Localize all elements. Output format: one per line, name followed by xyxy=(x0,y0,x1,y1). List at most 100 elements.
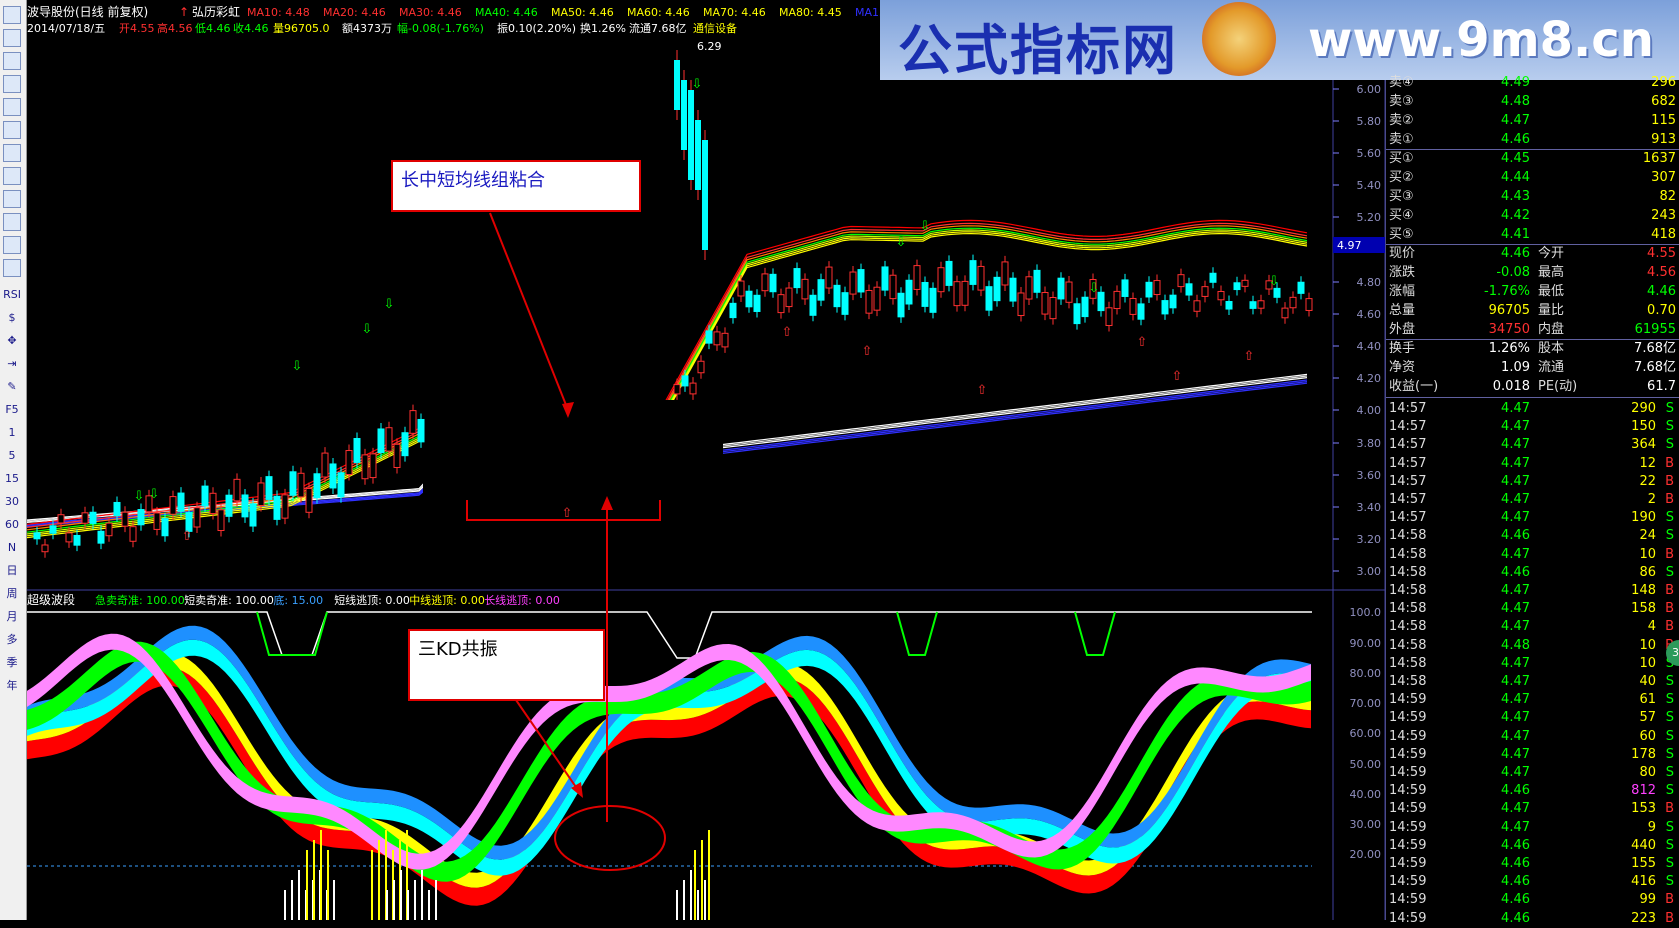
tick-time: 14:57 xyxy=(1389,401,1427,416)
toolbar-btn-11[interactable]: N xyxy=(3,539,21,557)
quote-row: 总量 96705 量比 0.70 xyxy=(1386,302,1679,320)
candle-body xyxy=(1289,296,1297,309)
order-price: 4.43 xyxy=(1501,189,1530,204)
tick-side: B xyxy=(1665,473,1674,489)
order-book-row: 卖④ 4.49 296 xyxy=(1386,74,1679,92)
header-sector-label: 通信设备 xyxy=(693,21,737,35)
quote-label-2: 流通 xyxy=(1538,360,1565,375)
tick-volume: 416 xyxy=(1631,874,1656,890)
tick-time: 14:57 xyxy=(1389,510,1427,526)
watermark-banner: 公式指标网 www.9m8.cn xyxy=(880,0,1679,82)
tick-time: 14:59 xyxy=(1389,837,1427,853)
buy-signal-icon: ⇧ xyxy=(182,529,193,544)
candle-body xyxy=(695,120,701,190)
annotation-arrow xyxy=(489,212,569,411)
tick-side: S xyxy=(1665,765,1674,780)
candle-body xyxy=(961,280,969,306)
tick-time: 14:58 xyxy=(1389,601,1427,617)
candle-body xyxy=(65,532,73,543)
candle-body xyxy=(305,488,313,513)
quote-label: 总量 xyxy=(1389,303,1416,318)
toolbar-btn-3[interactable]: ⇥ xyxy=(3,355,21,373)
tick-time: 14:58 xyxy=(1389,674,1427,689)
order-price: 4.46 xyxy=(1501,132,1530,147)
toolbar-btn-10[interactable]: 60 xyxy=(3,516,21,534)
line-icon[interactable] xyxy=(3,52,21,70)
toolbar-btn-12[interactable]: 日 xyxy=(3,562,21,580)
chart-icon[interactable] xyxy=(3,6,21,24)
toolbar-btn-15[interactable]: 多 xyxy=(3,631,21,649)
candle-body xyxy=(673,384,681,395)
toolbar-btn-16[interactable]: 季 xyxy=(3,654,21,672)
grid-icon[interactable] xyxy=(3,29,21,47)
tick-side: S xyxy=(1665,437,1674,453)
header-high-label: 高4.56 xyxy=(157,21,193,35)
tick-side: B xyxy=(1665,910,1674,926)
ma-value: MA10: 4.48 xyxy=(247,6,310,19)
tick-price: 4.47 xyxy=(1501,692,1530,708)
candle-body xyxy=(409,410,417,434)
toolbar-btn-1[interactable]: $ xyxy=(3,309,21,327)
toolbar-btn-13[interactable]: 周 xyxy=(3,585,21,603)
candle-body xyxy=(793,268,801,289)
tick-row: 14:58 4.47 10 B xyxy=(1386,546,1679,564)
tick-time: 14:57 xyxy=(1389,473,1427,489)
candle-body xyxy=(281,494,289,519)
tick-side: S xyxy=(1665,837,1674,853)
toolbar-btn-6[interactable]: 1 xyxy=(3,424,21,442)
banner-url: www.9m8.cn xyxy=(1308,12,1654,68)
toolbar-btn-7[interactable]: 5 xyxy=(3,447,21,465)
tick-price: 4.46 xyxy=(1501,564,1530,580)
quote-value: 0.018 xyxy=(1492,379,1530,394)
candle-body xyxy=(865,289,873,314)
table-icon[interactable] xyxy=(3,121,21,139)
chart-canvas[interactable]: 波导股份(日线 前复权) ↑ 弘历彩虹 MA10: 4.48 MA20: 4.46 MA3… xyxy=(27,0,1385,920)
candle-body xyxy=(1017,292,1025,317)
quote-label-2: 内盘 xyxy=(1538,322,1565,337)
toolbar-btn-9[interactable]: 30 xyxy=(3,493,21,511)
quote-row: 涨跌 -0.08 最高 4.56 xyxy=(1386,264,1679,282)
tick-side: S xyxy=(1665,819,1674,835)
tick-side: S xyxy=(1665,710,1674,726)
candle-body xyxy=(688,90,694,180)
candle-body xyxy=(361,454,369,480)
tick-row: 14:58 4.47 40 S xyxy=(1386,673,1679,691)
toolbar-btn-17[interactable]: 年 xyxy=(3,677,21,695)
doc-icon[interactable] xyxy=(3,167,21,185)
fiz-icon[interactable] xyxy=(3,190,21,208)
tick-time: 14:57 xyxy=(1389,419,1427,435)
candle-body xyxy=(713,331,721,346)
bar-icon[interactable] xyxy=(3,98,21,116)
wave-icon[interactable] xyxy=(3,259,21,277)
zoom-icon[interactable] xyxy=(3,213,21,231)
candle-body xyxy=(377,428,385,454)
order-book-row: 买⑤ 4.41 418 xyxy=(1386,226,1679,244)
toolbar-btn-5[interactable]: F5 xyxy=(3,401,21,419)
tick-row: 14:58 4.47 10 S xyxy=(1386,655,1679,673)
toolbar-btn-0[interactable]: RSI xyxy=(3,286,21,304)
tick-row: 14:57 4.47 12 B xyxy=(1386,455,1679,473)
candle-icon[interactable] xyxy=(3,75,21,93)
tick-side: S xyxy=(1665,874,1674,890)
buy-signal-icon: ⇧ xyxy=(862,344,873,359)
fio-icon[interactable] xyxy=(3,144,21,162)
ma-value: MA20: 4.46 xyxy=(323,6,386,19)
toolbar-btn-2[interactable]: ✥ xyxy=(3,332,21,350)
candle-body xyxy=(745,290,753,308)
current-price-tag-text: 4.97 xyxy=(1337,239,1362,252)
tick-time: 14:59 xyxy=(1389,692,1427,708)
toolbar-btn-8[interactable]: 15 xyxy=(3,470,21,488)
tick-price: 4.47 xyxy=(1501,674,1530,689)
search-icon[interactable] xyxy=(3,236,21,254)
quote-value-2: 61.7 xyxy=(1647,379,1676,394)
order-book-row: 买① 4.45 1637 xyxy=(1386,150,1679,168)
tick-time: 14:59 xyxy=(1389,710,1427,726)
candle-body xyxy=(1233,282,1241,291)
quote-row: 净资 1.09 流通 7.68亿 xyxy=(1386,359,1679,377)
toolbar-btn-14[interactable]: 月 xyxy=(3,608,21,626)
toolbar-btn-4[interactable]: ✎ xyxy=(3,378,21,396)
annotation-ma-cluster: 长中短均线组粘合 xyxy=(391,160,641,212)
order-volume: 913 xyxy=(1651,132,1676,147)
tick-row: 14:59 4.47 178 S xyxy=(1386,746,1679,764)
tick-side: B xyxy=(1665,892,1674,908)
